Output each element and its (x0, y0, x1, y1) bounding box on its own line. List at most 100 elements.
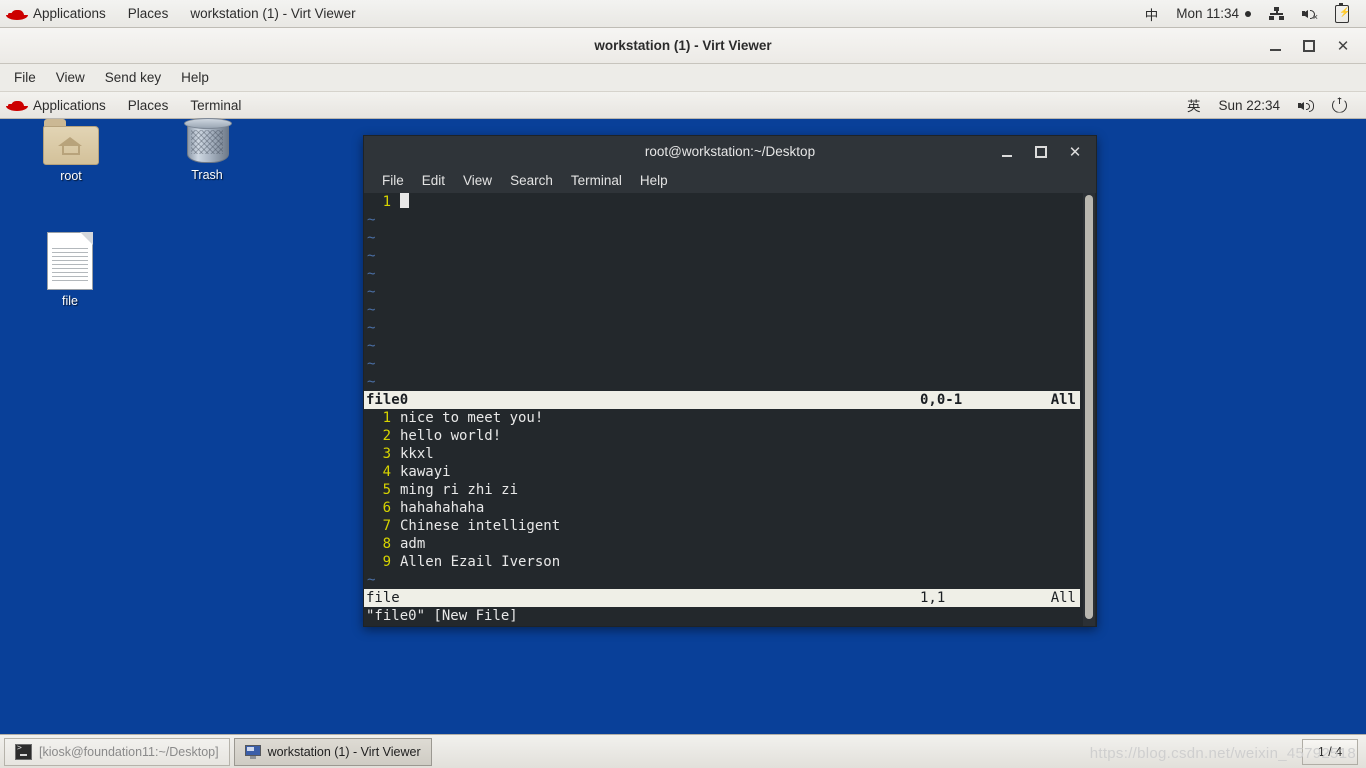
menu-file-label: File (14, 70, 36, 85)
vim-empty-line: ~ (364, 301, 1096, 319)
desktop-icon-root-label: root (60, 169, 82, 183)
battery-icon: ⚡ (1335, 2, 1350, 23)
vim-line: 9 Allen Ezail Iverson (364, 553, 1096, 571)
guest-applications-menu[interactable]: Applications (0, 92, 117, 119)
guest-desktop[interactable]: Applications Places Terminal 英 Sun 22:34 (0, 92, 1366, 768)
terminal-menu-edit-label: Edit (421, 172, 446, 188)
network-tray-button[interactable] (1260, 0, 1293, 28)
guest-applications-label: Applications (33, 97, 106, 113)
guest-places-label: Places (127, 97, 169, 113)
host-panel-tray: 中 Mon 11:34 × ⚡ (1136, 0, 1366, 28)
desktop-icon-root[interactable]: root (28, 119, 114, 183)
menu-file[interactable]: File (4, 64, 46, 92)
guest-terminal-label: Terminal (190, 97, 242, 113)
vim-empty-line: ~ (364, 247, 1096, 265)
guest-power-button[interactable] (1323, 92, 1356, 119)
vim-bottom-status-scroll: All (1050, 590, 1076, 606)
terminal-close-button[interactable]: ✕ (1058, 137, 1092, 167)
screen: Applications Places workstation (1) - Vi… (0, 0, 1366, 768)
vim-empty-line: ~ (364, 229, 1096, 247)
red-hat-logo-icon (6, 6, 28, 22)
host-applications-menu[interactable]: Applications (0, 0, 117, 28)
tilde-icon: ~ (367, 248, 376, 264)
virt-viewer-titlebar[interactable]: workstation (1) - Virt Viewer ✕ (0, 28, 1366, 64)
guest-terminal-menu[interactable]: Terminal (179, 92, 252, 119)
input-method-indicator[interactable]: 中 (1136, 0, 1168, 28)
virt-viewer-window-controls: ✕ (1258, 28, 1360, 64)
terminal-screen[interactable]: 1 ~ ~ ~ ~ ~ ~ ~ ~ ~ ~ file0 0,0-1 All 1 … (363, 193, 1097, 627)
terminal-minimize-button[interactable] (990, 137, 1024, 167)
terminal-menu-view-label: View (463, 172, 493, 188)
vim-bottom-pane[interactable]: 1 nice to meet you! 2 hello world! 3 kkxl 4… (364, 409, 1096, 589)
tilde-icon: ~ (367, 320, 376, 336)
host-top-panel: Applications Places workstation (1) - Vi… (0, 0, 1366, 28)
tilde-icon: ~ (367, 374, 376, 390)
terminal-scrollbar-thumb[interactable] (1085, 195, 1093, 619)
host-taskbar-item-virt-viewer[interactable]: workstation (1) - Virt Viewer (233, 737, 432, 766)
vim-top-pane[interactable]: 1 ~ ~ ~ ~ ~ ~ ~ ~ ~ ~ (364, 193, 1096, 391)
host-workspace-label: 1 / 4 (1317, 744, 1343, 759)
vim-bottom-statusline: file 1,1 All (364, 589, 1080, 607)
menu-send-key-label: Send key (104, 70, 162, 85)
vim-line-number: 5 (382, 482, 391, 498)
desktop-icon-trash[interactable]: Trash (164, 116, 250, 182)
vim-line: 1 nice to meet you! (364, 409, 1096, 427)
terminal-window[interactable]: root@workstation:~/Desktop ✕ File Edit V… (363, 135, 1097, 627)
host-applications-label: Applications (33, 6, 106, 21)
terminal-menu-terminal-label: Terminal (570, 172, 622, 188)
guest-input-method-indicator[interactable]: 英 (1178, 92, 1210, 119)
terminal-menu-view[interactable]: View (454, 167, 501, 193)
trash-icon (181, 116, 233, 164)
host-taskbar-item-virt-viewer-label: workstation (1) - Virt Viewer (267, 744, 421, 759)
minimize-button[interactable] (1258, 31, 1292, 61)
menu-send-key[interactable]: Send key (95, 64, 171, 92)
guest-places-menu[interactable]: Places (117, 92, 180, 119)
vim-line-text: Allen Ezail Iverson (400, 554, 561, 570)
host-taskbar-item-kiosk-terminal[interactable]: [kiosk@foundation11:~/Desktop] (4, 737, 230, 766)
terminal-menu-terminal[interactable]: Terminal (562, 167, 631, 193)
virt-viewer-title: workstation (1) - Virt Viewer (594, 38, 772, 53)
close-button[interactable]: ✕ (1326, 31, 1360, 61)
host-clock-label: Mon 11:34 (1176, 6, 1239, 21)
desktop-icon-file[interactable]: file (27, 232, 113, 308)
host-workspace-switcher[interactable]: 1 / 4 (1302, 738, 1358, 765)
home-folder-icon (43, 119, 99, 165)
guest-volume-button[interactable] (1289, 92, 1323, 119)
vim-empty-line: ~ (364, 319, 1096, 337)
terminal-scrollbar[interactable] (1083, 193, 1095, 626)
menu-view[interactable]: View (46, 64, 95, 92)
terminal-maximize-button[interactable] (1024, 137, 1058, 167)
vim-line-number: 1 (382, 194, 391, 210)
vim-empty-line: ~ (364, 355, 1096, 373)
vim-line: 5 ming ri zhi zi (364, 481, 1096, 499)
guest-clock[interactable]: Sun 22:34 (1209, 92, 1289, 119)
terminal-menu-help-label: Help (639, 172, 668, 188)
vim-line: 2 hello world! (364, 427, 1096, 445)
vim-top-status-filename: file0 (366, 392, 409, 408)
speaker-icon (1298, 99, 1314, 112)
desktop-icon-trash-label: Trash (191, 168, 223, 182)
maximize-button[interactable] (1292, 31, 1326, 61)
guest-panel-tray: 英 Sun 22:34 (1178, 92, 1366, 119)
terminal-window-controls: ✕ (990, 136, 1092, 168)
menu-help[interactable]: Help (171, 64, 219, 92)
red-hat-logo-icon (6, 97, 28, 113)
vim-line-number: 1 (382, 410, 391, 426)
host-clock[interactable]: Mon 11:34 (1167, 0, 1260, 28)
host-active-window-title[interactable]: workstation (1) - Virt Viewer (179, 0, 366, 28)
terminal-menu-search[interactable]: Search (501, 167, 562, 193)
vim-top-statusline: file0 0,0-1 All (364, 391, 1080, 409)
terminal-menu-file[interactable]: File (373, 167, 413, 193)
volume-tray-button[interactable]: × (1293, 0, 1326, 28)
terminal-titlebar[interactable]: root@workstation:~/Desktop ✕ (363, 135, 1097, 167)
vim-line-text: kawayi (400, 464, 451, 480)
input-method-label: 中 (1144, 7, 1159, 23)
host-places-menu[interactable]: Places (117, 0, 180, 28)
vim-cursor (400, 193, 409, 208)
vim-bottom-status-filename: file (366, 590, 400, 606)
vim-line-number: 4 (382, 464, 391, 480)
terminal-menu-help[interactable]: Help (631, 167, 677, 193)
terminal-menu-edit[interactable]: Edit (413, 167, 454, 193)
vim-line: 4 kawayi (364, 463, 1096, 481)
battery-tray-button[interactable]: ⚡ (1326, 0, 1358, 28)
